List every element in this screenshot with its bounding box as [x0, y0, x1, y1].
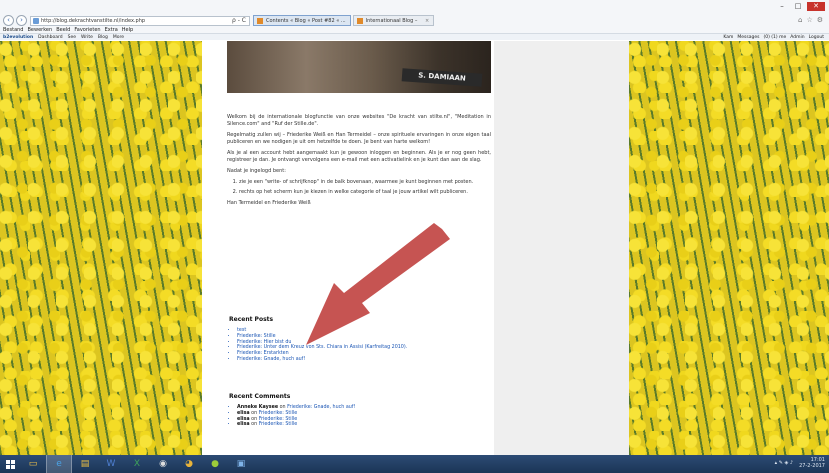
toolbar-write[interactable]: Write [81, 35, 93, 40]
page-margin [494, 41, 629, 455]
step-item: zie je een "write- of schrijfknop" in de… [239, 179, 491, 186]
rapeseed-background-right [629, 41, 829, 455]
toolbar-right: Kam Messages (0) (1) me Admin Logout [723, 35, 824, 40]
toolbar-see[interactable]: See [68, 35, 76, 40]
step-item: rechts op het scherm kun je kiezen in we… [239, 189, 491, 196]
toolbar-dashboard[interactable]: Dashboard [38, 35, 62, 40]
toolbar-brand[interactable]: b2evolution [3, 35, 33, 40]
tab-favicon-icon [356, 18, 363, 24]
recent-posts-title: Recent Posts [229, 316, 274, 323]
back-icon[interactable]: ‹ [3, 15, 14, 26]
comment-post-link[interactable]: Friederike: Stille [259, 417, 298, 422]
home-icon[interactable]: ⌂ [798, 16, 802, 24]
comment-on: on [251, 422, 258, 428]
maximize-button[interactable]: □ [791, 2, 805, 11]
recent-comments-list: Anneke Kaysee on Friederike: Gnade, huch… [233, 405, 355, 428]
intro-paragraph-1: Welkom bij de internationale blogfunctie… [227, 114, 491, 127]
window-controls: – □ ✕ [775, 2, 825, 11]
media-icon[interactable]: ◉ [150, 455, 176, 473]
comment-post-link[interactable]: Friederike: Stille [259, 411, 298, 416]
favorites-star-icon[interactable]: ☆ [806, 16, 812, 24]
intro-paragraph-2: Regelmatig zullen wij – Friederike Weiß … [227, 132, 491, 145]
comment-author: elisa [237, 416, 250, 422]
address-bar[interactable]: http://blog.dekrachtvanstilte.nl/index.p… [30, 16, 250, 26]
gear-icon[interactable]: ⚙ [817, 16, 823, 24]
rapeseed-background-left [0, 41, 202, 455]
clock[interactable]: 17:01 27-2-2017 [799, 457, 825, 469]
nav-buttons: ‹ › [3, 15, 27, 26]
tab-label: Contents « Blog « Post #82 « ... [266, 18, 346, 24]
comment-item: elisa on Friederike: Stille [237, 422, 355, 428]
recent-posts-list: test Friederike: Stille Friederike: Hier… [233, 328, 407, 363]
tab-strip: Contents « Blog « Post #82 « ... Interna… [253, 15, 436, 26]
internet-explorer-icon[interactable]: e [46, 455, 72, 473]
intro-paragraph-4: Nadat je ingelogd bent: [227, 168, 286, 174]
toolbar-admin[interactable]: Admin [790, 35, 804, 40]
steps-list: zie je een "write- of schrijfknop" in de… [239, 179, 491, 196]
comment-author: elisa [237, 410, 250, 416]
toolbar-blog[interactable]: Blog [98, 35, 108, 40]
web-page: S. DAMIAAN Welkom bij de internationale … [0, 41, 829, 455]
admin-toolbar: b2evolution Dashboard See Write Blog Mor… [0, 33, 829, 40]
tray-icons[interactable]: ▴ ✎ ◈ ♪ [775, 460, 794, 466]
comment-post-link[interactable]: Friederike: Gnade, huch auf! [287, 405, 355, 410]
browser-right-icons: ⌂ ☆ ⚙ [798, 16, 823, 24]
signature: Han Termeidel en Friederike Weiß [227, 200, 311, 206]
comment-author: elisa [237, 422, 250, 428]
excel-icon[interactable]: X [124, 455, 150, 473]
app-icon[interactable]: ● [202, 455, 228, 473]
header-image: S. DAMIAAN [227, 41, 491, 93]
intro-text: Welkom bij de internationale blogfunctie… [227, 114, 491, 211]
comment-post-link[interactable]: Friederike: Stille [259, 422, 298, 427]
page-icon [33, 18, 39, 24]
system-tray: ▴ ✎ ◈ ♪ 17:01 27-2-2017 [775, 457, 825, 469]
address-text: http://blog.dekrachtvanstilte.nl/index.p… [41, 18, 146, 24]
comment-on: on [279, 405, 286, 410]
folder-icon[interactable]: ▭ [20, 455, 46, 473]
recent-post-link[interactable]: Friederike: Gnade, huch auf! [237, 357, 407, 363]
toolbar-notifications[interactable]: (0) (1) me [763, 35, 786, 40]
tab-close-icon[interactable]: × [425, 18, 429, 24]
windows-logo-icon [5, 459, 15, 469]
forward-icon[interactable]: › [16, 15, 27, 26]
toolbar-user[interactable]: Kam [723, 35, 733, 40]
chrome-icon[interactable]: ◕ [176, 455, 202, 473]
file-explorer-icon[interactable]: ▤ [72, 455, 98, 473]
intro-paragraph-3: Als je al een account hebt aangemaakt ku… [227, 150, 491, 163]
comment-on: on [251, 416, 258, 422]
toolbar-logout[interactable]: Logout [809, 35, 824, 40]
tab-internationaal-blog[interactable]: Internationaal Blog – × [352, 15, 435, 26]
minimize-button[interactable]: – [775, 2, 789, 11]
windows-taskbar: ▭ e ▤ W X ◉ ◕ ● ▣ ▴ ✎ ◈ ♪ 17:01 27-2-201… [0, 455, 829, 473]
tab-favicon-icon [257, 18, 263, 24]
start-button[interactable] [0, 455, 20, 473]
clock-date: 27-2-2017 [799, 463, 825, 469]
comment-author: Anneke Kaysee [237, 405, 279, 410]
toolbar-messages[interactable]: Messages [737, 35, 759, 40]
close-button[interactable]: ✕ [807, 2, 825, 11]
photo-icon[interactable]: ▣ [228, 455, 254, 473]
word-icon[interactable]: W [98, 455, 124, 473]
comment-on: on [251, 410, 258, 416]
recent-comments-title: Recent Comments [229, 393, 291, 400]
toolbar-more[interactable]: More [113, 35, 124, 40]
street-sign: S. DAMIAAN [401, 68, 483, 87]
tab-contents-blog[interactable]: Contents « Blog « Post #82 « ... [253, 15, 351, 26]
tab-label: Internationaal Blog – [365, 18, 418, 24]
search-refresh-icon[interactable]: ρ - C [232, 16, 246, 26]
